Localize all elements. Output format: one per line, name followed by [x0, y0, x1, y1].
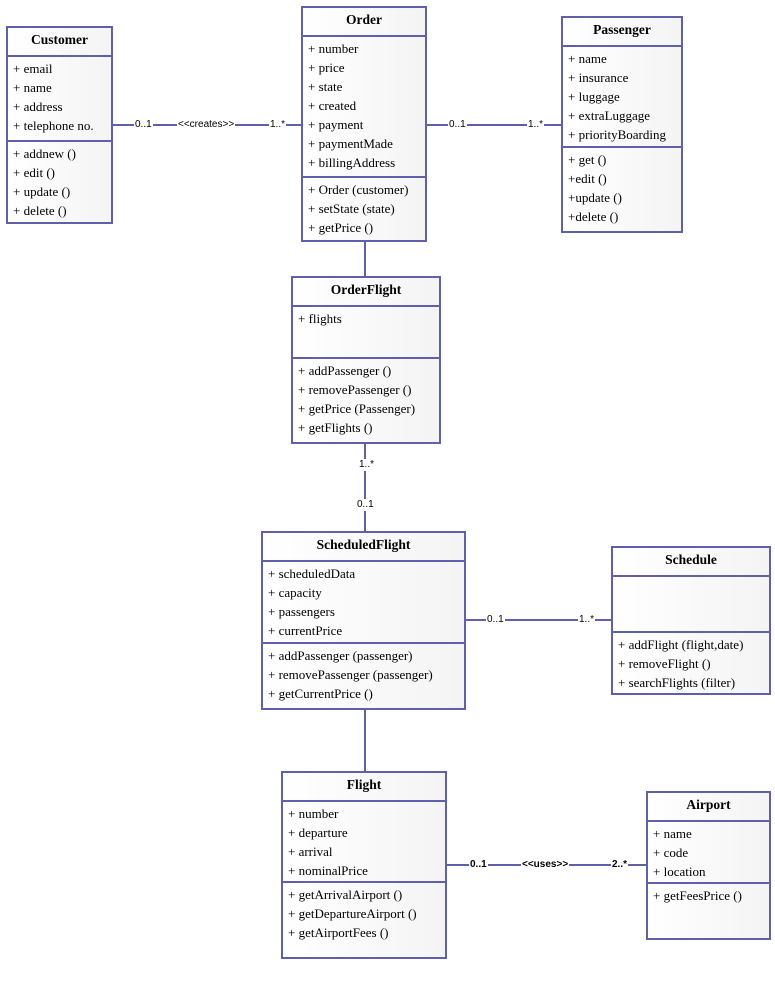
attribute: + number [308, 41, 359, 56]
multiplicity-label: 1..* [578, 614, 596, 626]
attribute: + currentPrice [268, 623, 343, 638]
class-name: OrderFlight [293, 278, 439, 307]
attribute-section: + number + departure + arrival + nominalPri… [283, 802, 445, 883]
class-name: Schedule [613, 548, 769, 577]
class-schedule: Schedule + addFlight (flight,date) + remov… [611, 546, 771, 695]
method: + removePassenger (passenger) [268, 667, 433, 682]
method: + Order (customer) [308, 182, 409, 197]
method: + get () [568, 152, 607, 167]
class-name: Flight [283, 773, 445, 802]
attribute: + billingAddress [308, 155, 396, 170]
multiplicity-label: 0..1 [469, 859, 488, 871]
method-section: + addnew () + edit () + update () + delete … [8, 142, 111, 222]
attribute: + location [653, 864, 706, 879]
attribute-section: + number + price + state + created + payment… [303, 37, 425, 178]
class-passenger: Passenger + name + insurance + luggage + ext… [561, 16, 683, 233]
attribute: + luggage [568, 89, 620, 104]
attribute: + nominalPrice [288, 863, 368, 878]
class-name: Passenger [563, 18, 681, 47]
attribute: + departure [288, 825, 348, 840]
attribute: + name [13, 80, 52, 95]
method: + addPassenger () [298, 363, 392, 378]
method: +delete () [568, 209, 619, 224]
attribute: + price [308, 60, 345, 75]
attribute-section [613, 577, 769, 633]
attribute-section: + name + insurance + luggage + extraLuggage… [563, 47, 681, 148]
method: +update () [568, 190, 622, 205]
method: + delete () [13, 203, 67, 218]
method: +edit () [568, 171, 607, 186]
method-section: + addPassenger (passenger) + removePassen… [263, 644, 464, 708]
attribute: + code [653, 845, 689, 860]
method: + addPassenger (passenger) [268, 648, 413, 663]
attribute: + name [653, 826, 692, 841]
class-orderflight: OrderFlight + flights + addPassenger () + r… [291, 276, 441, 444]
attribute: + payment [308, 117, 364, 132]
multiplicity-label: 1..* [269, 119, 287, 131]
method: + getFeesPrice () [653, 888, 742, 903]
method: + getCurrentPrice () [268, 686, 373, 701]
attribute: + scheduledData [268, 566, 356, 581]
method: + addFlight (flight,date) [618, 637, 744, 652]
method-section: + get () +edit () +update () +delete () [563, 148, 681, 231]
attribute: + created [308, 98, 357, 113]
multiplicity-label: 0..1 [486, 614, 505, 626]
class-scheduledflight: ScheduledFlight + scheduledData + capacity… [261, 531, 466, 710]
attribute: + priorityBoarding [568, 127, 666, 142]
method: + getArrivalAirport () [288, 887, 403, 902]
class-customer: Customer + email + name + address + telephon… [6, 26, 113, 224]
class-name: Airport [648, 793, 769, 822]
method: + searchFlights (filter) [618, 675, 736, 690]
method-section: + Order (customer) + setState (state) + ge… [303, 178, 425, 240]
multiplicity-label: 0..1 [134, 119, 153, 131]
stereotype-label: <<uses>> [521, 859, 570, 871]
class-flight: Flight + number + departure + arrival + nomi… [281, 771, 447, 959]
method: + update () [13, 184, 71, 199]
attribute: + arrival [288, 844, 333, 859]
class-airport: Airport + name + code + location + getFeesPr… [646, 791, 771, 940]
attribute: + address [13, 99, 63, 114]
method-section: + addPassenger () + removePassenger () + g… [293, 359, 439, 442]
method: + getPrice (Passenger) [298, 401, 416, 416]
method: + removeFlight () [618, 656, 711, 671]
attribute-section: + scheduledData + capacity + passengers + c… [263, 562, 464, 644]
class-name: Customer [8, 28, 111, 57]
method: + removePassenger () [298, 382, 412, 397]
method: + setState (state) [308, 201, 395, 216]
method: + edit () [13, 165, 55, 180]
multiplicity-label: 0..1 [448, 119, 467, 131]
attribute: + email [13, 61, 53, 76]
attribute: + insurance [568, 70, 629, 85]
attribute: + passengers [268, 604, 335, 619]
multiplicity-label: 2..* [611, 859, 629, 871]
class-name: Order [303, 8, 425, 37]
multiplicity-label: 1..* [358, 459, 376, 471]
method: + getFlights () [298, 420, 373, 435]
attribute-section: + flights [293, 307, 439, 359]
attribute: + telephone no. [13, 118, 94, 133]
attribute: + number [288, 806, 339, 821]
stereotype-label: <<creates>> [177, 119, 236, 131]
method: + addnew () [13, 146, 76, 161]
class-name: ScheduledFlight [263, 533, 464, 562]
multiplicity-label: 1..* [527, 119, 545, 131]
method: + getPrice () [308, 220, 374, 235]
method: + getAirportFees () [288, 925, 389, 940]
class-order: Order + number + price + state + created + pa… [301, 6, 427, 242]
attribute-section: + email + name + address + telephone no. [8, 57, 111, 142]
attribute: + flights [298, 311, 342, 326]
attribute: + paymentMade [308, 136, 393, 151]
attribute-section: + name + code + location [648, 822, 769, 884]
attribute: + name [568, 51, 607, 66]
method-section: + getFeesPrice () [648, 884, 769, 938]
attribute: + capacity [268, 585, 322, 600]
method: + getDepartureAirport () [288, 906, 417, 921]
method-section: + addFlight (flight,date) + removeFlight … [613, 633, 769, 693]
attribute: + extraLuggage [568, 108, 651, 123]
method-section: + getArrivalAirport () + getDepartureAirp… [283, 883, 445, 957]
attribute: + state [308, 79, 343, 94]
multiplicity-label: 0..1 [356, 499, 375, 511]
